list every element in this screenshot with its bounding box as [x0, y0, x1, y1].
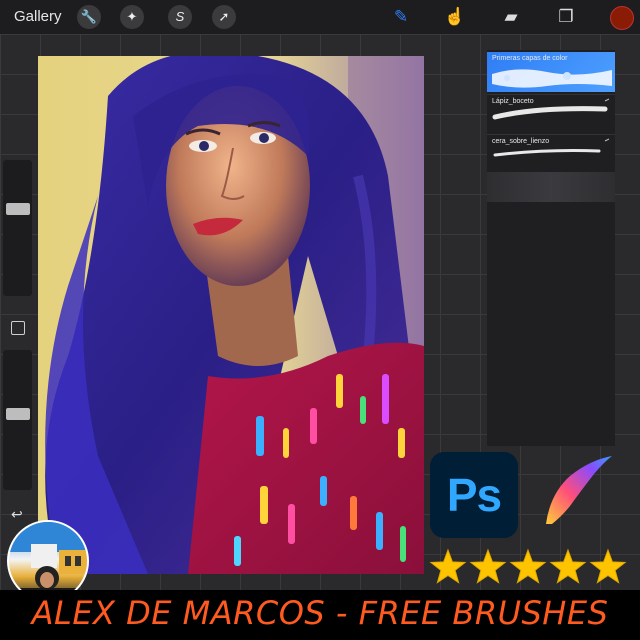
brush-stroke-preview: [492, 98, 610, 120]
star-icon: [429, 548, 467, 584]
brush-size-knob[interactable]: [6, 203, 30, 215]
procreate-logo-icon: [546, 456, 612, 524]
smudge-icon[interactable]: ☝: [442, 5, 468, 29]
brush-opacity-slider[interactable]: [3, 350, 32, 490]
undo-icon[interactable]: ↩: [11, 506, 23, 523]
brush-icon[interactable]: ✎: [388, 5, 414, 29]
selection-icon[interactable]: S: [168, 5, 192, 29]
brush-stroke-preview: [492, 69, 612, 88]
wrench-icon[interactable]: 🔧: [77, 5, 101, 29]
layers-icon[interactable]: ❐: [553, 5, 579, 29]
left-sidebar: ↩: [3, 160, 32, 522]
brush-size-slider[interactable]: [3, 160, 32, 296]
top-toolbar: Gallery 🔧 ✦ S ➚ ✎ ☝ ▰ ❐: [0, 0, 640, 34]
color-picker-swatch[interactable]: [610, 6, 634, 30]
painting-canvas[interactable]: [38, 56, 424, 574]
brush-item-lapiz-boceto[interactable]: Lápiz_boceto: [487, 95, 615, 133]
brush-library-panel: Primeras capas de color Lápiz_boceto cer…: [487, 50, 615, 446]
brush-item-cera-sobre-lienzo[interactable]: cera_sobre_lienzo: [487, 135, 615, 171]
brush-item-primeras-capas[interactable]: Primeras capas de color: [487, 52, 615, 92]
brush-library-scroll-area[interactable]: [487, 172, 615, 202]
star-icon: [589, 548, 627, 584]
photoshop-logo-text: Ps: [446, 469, 502, 521]
photoshop-logo: Ps: [430, 452, 518, 538]
gallery-button[interactable]: Gallery: [14, 8, 62, 25]
eraser-icon[interactable]: ▰: [498, 5, 524, 29]
brush-stroke-preview: [493, 138, 610, 157]
portrait-painting: [38, 56, 424, 574]
star-icon: [469, 548, 507, 584]
star-icon: [509, 548, 547, 584]
eyedropper-square-button[interactable]: [11, 321, 25, 335]
rating-stars: [429, 548, 627, 584]
magic-wand-icon[interactable]: ✦: [120, 5, 144, 29]
brush-opacity-knob[interactable]: [6, 408, 30, 420]
promo-banner-text: ALEX DE MARCOS - FREE BRUSHES: [31, 594, 609, 632]
transform-arrow-icon[interactable]: ➚: [212, 5, 236, 29]
star-icon: [549, 548, 587, 584]
author-avatar-illustration: [9, 522, 87, 600]
